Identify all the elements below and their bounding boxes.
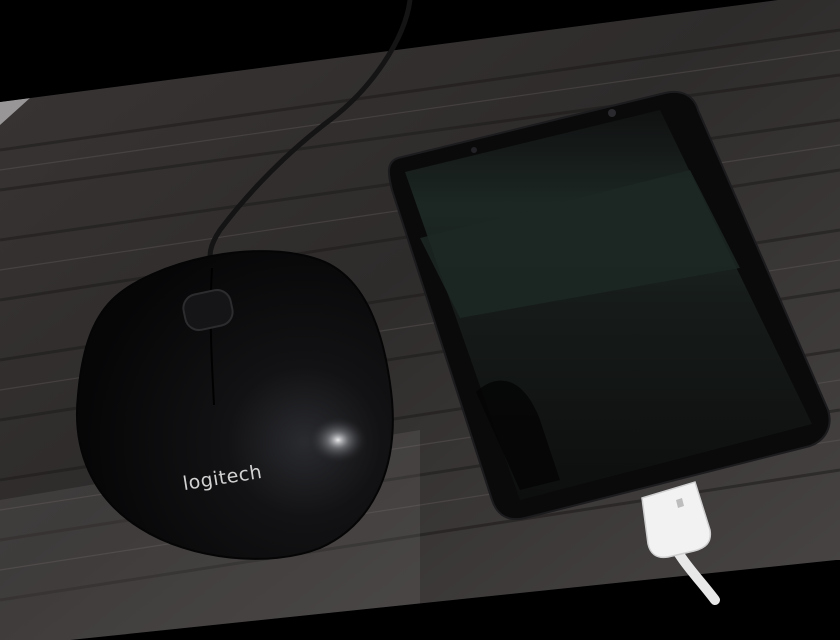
phone-sensor-icon: [471, 147, 477, 153]
photo-scene: [0, 0, 840, 640]
computer-mouse: [76, 250, 394, 560]
phone-camera-icon: [608, 109, 616, 117]
